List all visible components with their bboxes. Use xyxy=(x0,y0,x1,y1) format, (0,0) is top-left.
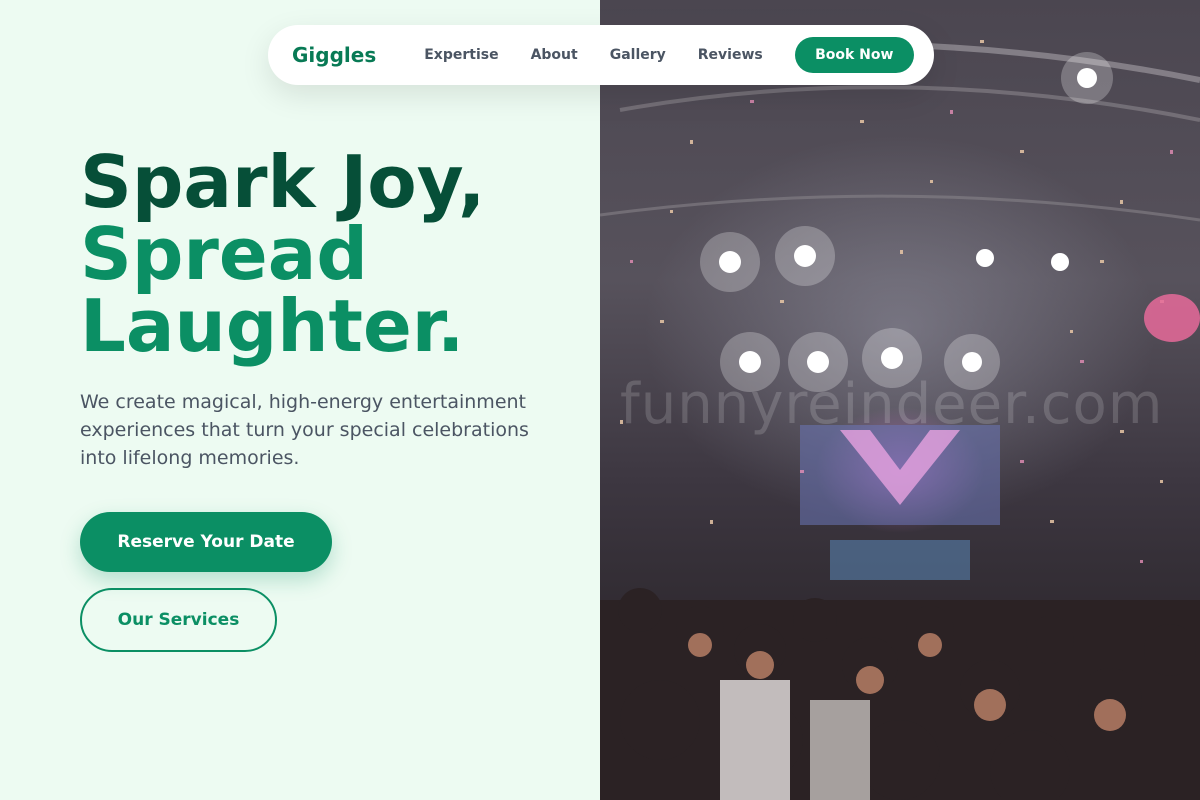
nav-link-about[interactable]: About xyxy=(531,47,578,63)
book-now-button[interactable]: Book Now xyxy=(794,37,914,73)
reserve-date-button[interactable]: Reserve Your Date xyxy=(80,512,332,572)
watermark-text: funnyreindeer.com xyxy=(620,372,1164,437)
nav-link-gallery[interactable]: Gallery xyxy=(610,47,666,63)
top-navigation: Giggles Expertise About Gallery Reviews … xyxy=(268,25,934,85)
hero-description: We create magical, high-energy entertain… xyxy=(80,391,529,469)
headline-line-2: Spread xyxy=(80,212,368,296)
headline-line-1: Spark Joy, xyxy=(80,140,486,224)
concert-crowd-photo: funnyreindeer.com xyxy=(600,0,1200,800)
hero-headline: Spark Joy, Spread Laughter. xyxy=(80,146,485,362)
headline-line-3: Laughter. xyxy=(80,284,465,368)
nav-link-reviews[interactable]: Reviews xyxy=(698,47,763,63)
our-services-button[interactable]: Our Services xyxy=(80,588,277,652)
brand-logo[interactable]: Giggles xyxy=(292,43,376,67)
nav-link-expertise[interactable]: Expertise xyxy=(424,47,498,63)
